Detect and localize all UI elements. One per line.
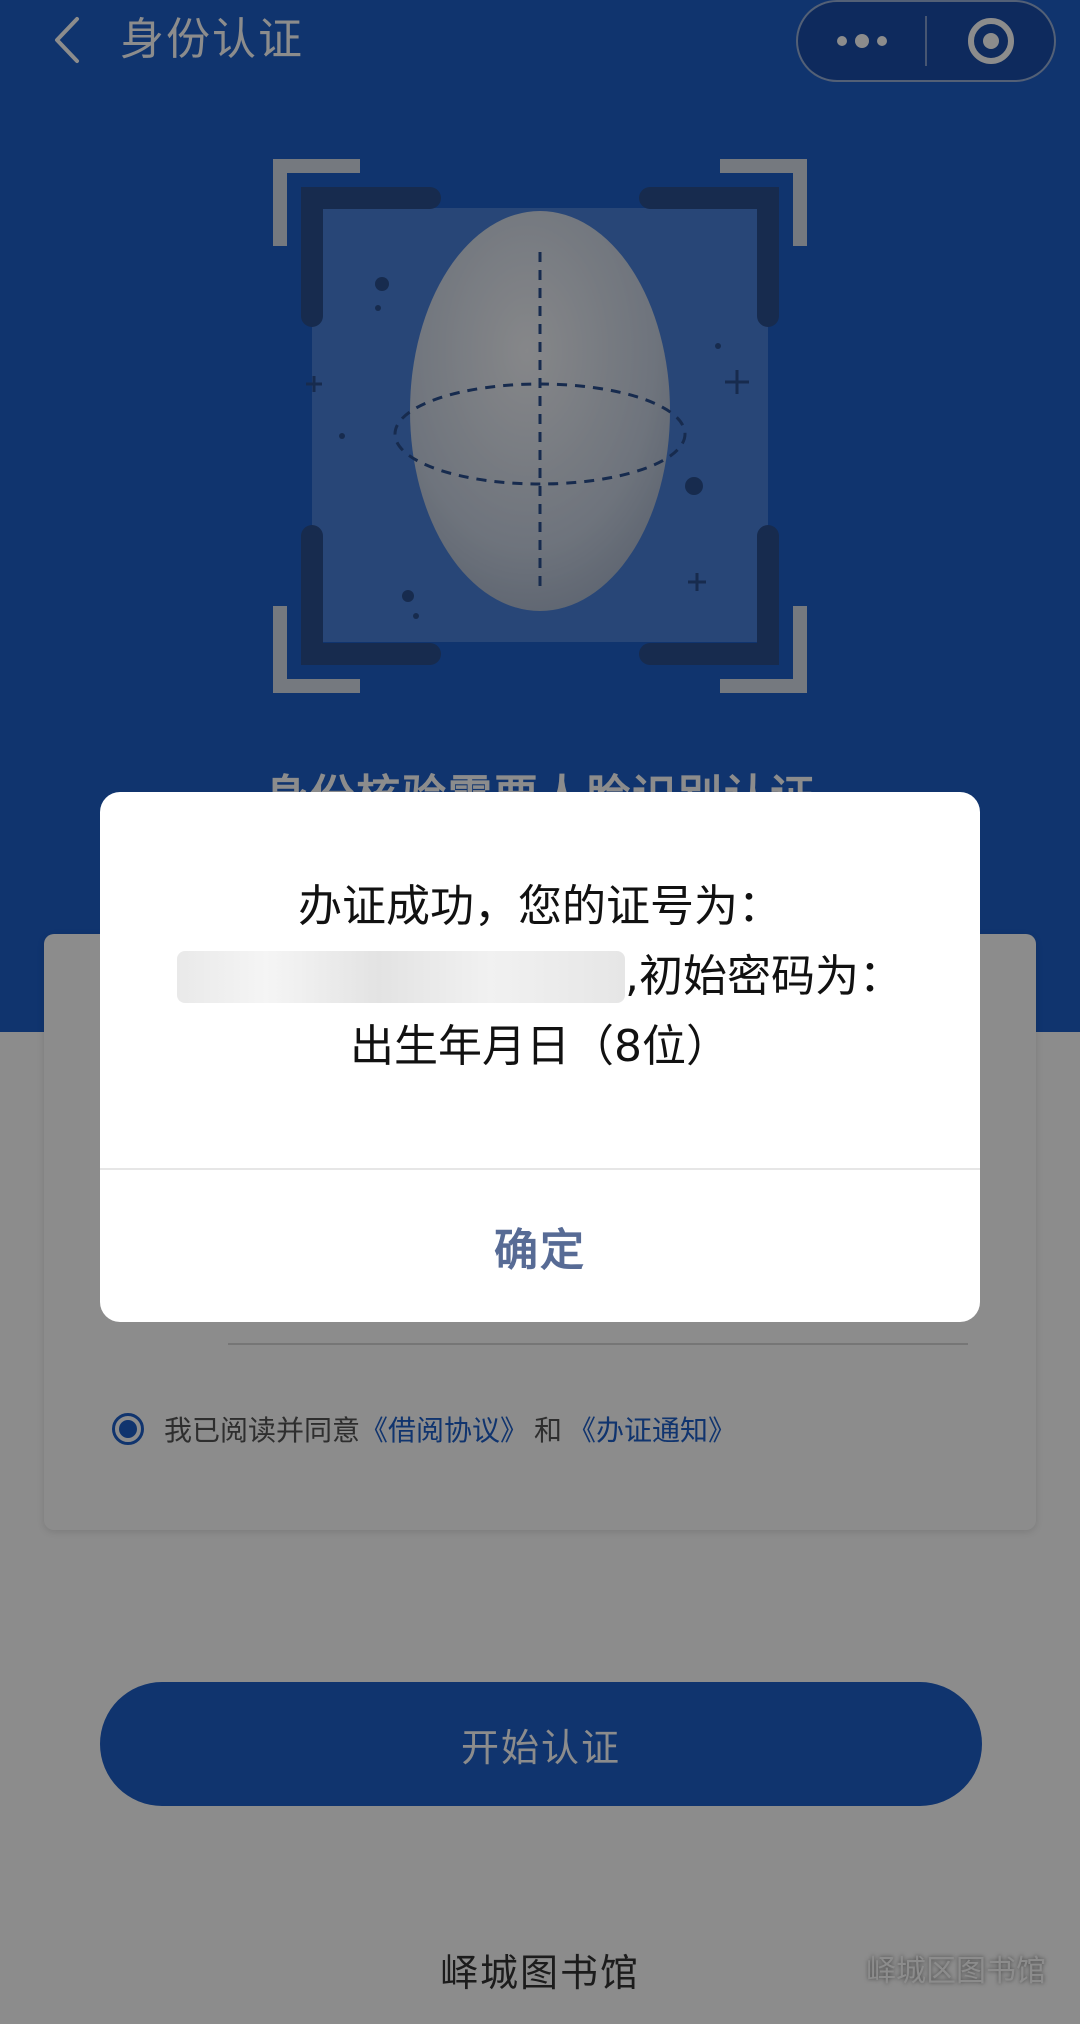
dialog-message: 办证成功，您的证号为： ,初始密码为： 出生年月日（8位）	[100, 872, 980, 1082]
success-dialog: 办证成功，您的证号为： ,初始密码为： 出生年月日（8位） 确定	[100, 792, 980, 1322]
dialog-line-2-suffix: ,初始密码为：	[625, 951, 903, 1002]
dialog-line-3: 出生年月日（8位）	[350, 1021, 730, 1072]
confirm-button[interactable]: 确定	[100, 1170, 980, 1322]
dialog-line-2: ,初始密码为：	[100, 942, 980, 1012]
dialog-line-1: 办证成功，您的证号为：	[298, 881, 782, 932]
redacted-card-number	[177, 951, 625, 1003]
